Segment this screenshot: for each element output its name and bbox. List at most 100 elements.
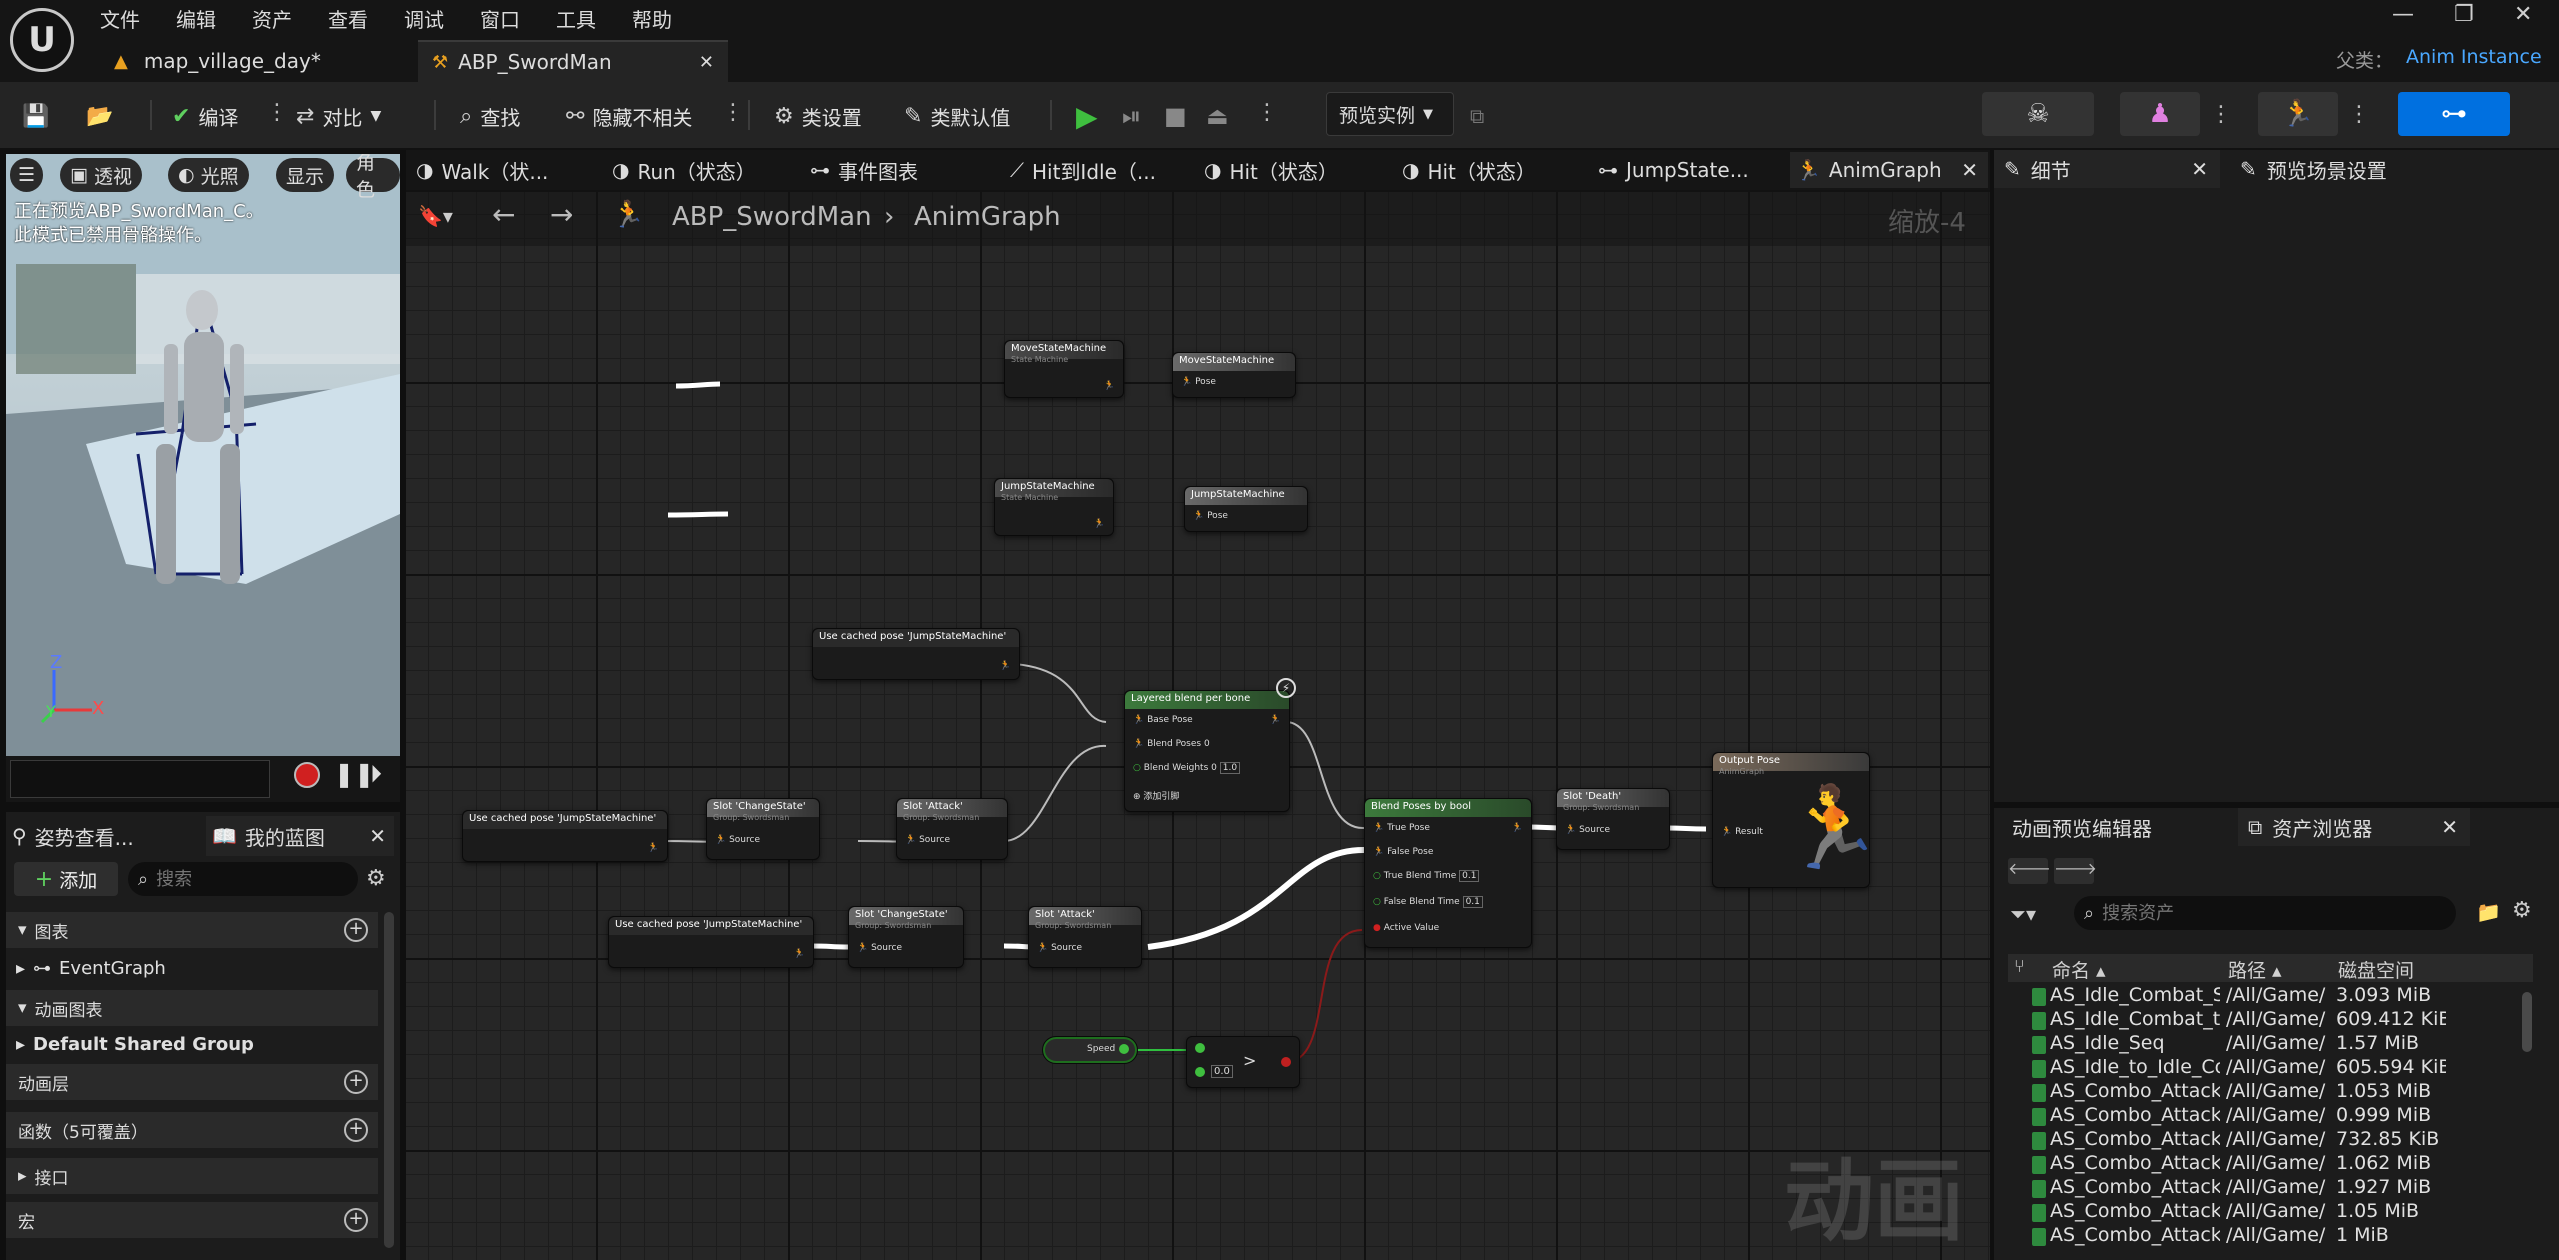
asset-row[interactable]: AS_Idle_Seq/All/Game/1.57 MiB [2008, 1032, 2533, 1056]
cached-pose-node-2[interactable]: Use cached pose 'JumpStateMachine' 🏃 [462, 810, 668, 862]
tab-asset-browser[interactable]: ⧉ 资产浏览器 ✕ [2238, 808, 2470, 846]
slot-change-state-node-1[interactable]: Slot 'ChangeState' Group: Swordsman 🏃 So… [706, 798, 820, 860]
pose-input-pin[interactable]: 🏃 Pose [1193, 511, 1228, 521]
timeline-input[interactable] [10, 760, 270, 798]
section-anim-layers[interactable]: 动画层 + [6, 1064, 378, 1100]
tab-hit-to-idle[interactable]: ⟋ Hit到Idle（... [1010, 152, 1156, 188]
close-tab-icon[interactable]: ✕ [699, 52, 714, 73]
tab-walk[interactable]: ◑ Walk（状... [416, 152, 548, 188]
play-icon[interactable]: ▶ [1076, 98, 1098, 134]
compare-value[interactable]: 0.0 [1211, 1065, 1233, 1078]
asset-search-field[interactable]: ⌕ [2074, 896, 2456, 930]
asset-row[interactable]: AS_Combo_Attack_C/All/Game/732.85 KiB [2008, 1128, 2533, 1152]
tab-preview-scene-settings[interactable]: ✎ 预览场景设置 [2230, 150, 2387, 188]
jump-state-machine-ref-node[interactable]: JumpStateMachine 🏃 Pose [1184, 486, 1308, 532]
speed-variable-node[interactable]: Speed [1042, 1036, 1138, 1064]
close-tab-icon[interactable]: ✕ [369, 824, 386, 848]
mesh-mode-button[interactable]: ♟ [2120, 92, 2200, 136]
source-pin[interactable]: 🏃 Source [715, 835, 760, 845]
perspective-button[interactable]: ▣ 透视 [60, 158, 142, 192]
search-input[interactable] [156, 868, 337, 890]
step-icon[interactable]: ⏯ [1122, 98, 1141, 134]
asset-row[interactable]: AS_Combo_Attack_C/All/Game/1 MiB [2008, 1224, 2533, 1248]
filter-icon[interactable]: ⏷▾ [2010, 902, 2036, 926]
false-blend-time-pin[interactable]: ○ False Blend Time 0.1 [1373, 896, 1483, 908]
parent-class-link[interactable]: Anim Instance [2406, 46, 2542, 68]
jump-state-machine-node[interactable]: JumpStateMachine State Machine 🏃 [994, 478, 1114, 536]
settings-gear-icon[interactable]: ⚙ [2512, 898, 2532, 923]
anim-options-icon[interactable]: ⋮ [2348, 102, 2370, 127]
active-value-pin[interactable]: ● Active Value [1373, 923, 1439, 933]
blend-poses-pin[interactable]: 🏃 Blend Poses 0 [1133, 739, 1210, 749]
save-icon[interactable]: 💾 [22, 98, 49, 134]
slot-change-state-node-2[interactable]: Slot 'ChangeState' Group: Swordsman 🏃 So… [848, 906, 964, 968]
column-path[interactable]: 路径 ▴ [2228, 956, 2282, 983]
menu-file[interactable]: 文件 [100, 4, 140, 33]
tab-pose-watch[interactable]: ⚲ 姿势查看... [12, 816, 134, 856]
forward-arrow-icon[interactable]: 🡒 [2054, 858, 2097, 884]
pose-pin-icon[interactable]: 🏃 [648, 843, 659, 853]
menu-view[interactable]: 查看 [328, 4, 368, 33]
pose-pin-icon[interactable]: 🏃 [1094, 519, 1105, 529]
character-button[interactable]: 角色 [346, 154, 400, 201]
pose-pin-icon[interactable]: 🏃 [1104, 381, 1115, 391]
menu-edit[interactable]: 编辑 [176, 4, 216, 33]
find-button[interactable]: ⌕ 查找 [460, 98, 520, 134]
output-pose-pin[interactable]: 🏃 [1270, 715, 1281, 725]
pose-input-pin[interactable]: 🏃 Pose [1181, 377, 1216, 387]
step-forward-icon[interactable]: ⏵ [370, 760, 382, 788]
show-button[interactable]: 显示 [276, 158, 335, 192]
lighting-button[interactable]: ◐ 光照 [168, 158, 249, 192]
move-state-machine-node[interactable]: MoveStateMachine State Machine 🏃 [1004, 340, 1124, 398]
hide-options-icon[interactable]: ⋮ [722, 100, 744, 125]
back-arrow-icon[interactable]: 🡐 [2008, 858, 2051, 884]
section-functions[interactable]: 函数（5可覆盖） + [6, 1112, 378, 1148]
column-name[interactable]: 命名 ▴ [2052, 956, 2106, 983]
event-graph-item[interactable]: ▸ ⊶ EventGraph [6, 950, 378, 986]
tab-hit-2[interactable]: ◑ Hit（状态） [1402, 152, 1536, 188]
add-layer-icon[interactable]: + [344, 1070, 368, 1094]
mesh-options-icon[interactable]: ⋮ [2210, 102, 2232, 127]
diff-button[interactable]: ⇄ 对比 ▼ [296, 98, 381, 134]
blend-poses-by-bool-node[interactable]: Blend Poses by bool 🏃 True Pose 🏃 🏃 Fals… [1364, 798, 1532, 948]
tab-my-blueprint[interactable]: 📖 我的蓝图 ✕ [206, 816, 394, 856]
debug-filter-icon[interactable]: ⧉ [1470, 98, 1484, 134]
blend-weights-value[interactable]: 1.0 [1219, 762, 1241, 774]
add-graph-icon[interactable]: + [344, 918, 368, 942]
true-blend-time-value[interactable]: 0.1 [1459, 870, 1480, 882]
search-field[interactable]: ⌕ [128, 862, 358, 896]
unreal-logo-icon[interactable]: U [10, 8, 74, 72]
preview-viewport[interactable]: Z X Y ☰ ▣ 透视 ◐ 光照 显示 角色 正在预览ABP_SwordMan_C… [6, 154, 400, 760]
class-defaults-button[interactable]: ✎ 类默认值 [904, 98, 1010, 134]
close-tab-icon[interactable]: ✕ [2191, 157, 2208, 181]
source-pin[interactable]: 🏃 Source [905, 835, 950, 845]
tab-anim-graph[interactable]: 🏃 AnimGraph ✕ [1790, 152, 1988, 188]
eject-icon[interactable]: ⏏ [1206, 98, 1229, 134]
add-button[interactable]: + 添加 [14, 862, 118, 896]
preview-instance-dropdown[interactable]: 预览实例 ▼ [1326, 92, 1454, 136]
browse-icon[interactable]: 📂 [86, 98, 113, 134]
section-interfaces[interactable]: ▸ 接口 [6, 1158, 378, 1194]
input-a-pin[interactable] [1195, 1043, 1205, 1053]
pose-pin-icon[interactable]: 🏃 [1000, 661, 1011, 671]
scrollbar[interactable] [384, 912, 394, 1248]
pose-pin-icon[interactable]: 🏃 [794, 949, 805, 959]
blend-weights-pin[interactable]: ○ Blend Weights 0 1.0 [1133, 762, 1241, 774]
false-pose-pin[interactable]: 🏃 False Pose [1373, 847, 1433, 857]
tab-jump-state[interactable]: ⊶ JumpState... [1598, 152, 1749, 188]
tab-event-graph[interactable]: ⊶ 事件图表 [810, 152, 918, 188]
add-macro-icon[interactable]: + [344, 1208, 368, 1232]
asset-scrollbar[interactable] [2522, 992, 2532, 1052]
record-icon[interactable] [294, 762, 320, 788]
menu-help[interactable]: 帮助 [632, 4, 672, 33]
cached-pose-node-3[interactable]: Use cached pose 'JumpStateMachine' 🏃 [608, 916, 814, 968]
layered-blend-node[interactable]: Layered blend per bone 🏃 Base Pose 🏃 🏃 B… [1124, 690, 1290, 812]
asset-row[interactable]: AS_Combo_Attack_C/All/Game/1.05 MiB [2008, 1200, 2533, 1224]
asset-row[interactable]: AS_Combo_Attack_C/All/Game/1.062 MiB [2008, 1152, 2533, 1176]
menu-window[interactable]: 窗口 [480, 4, 520, 33]
doc-tab-map[interactable]: ▲ map_village_day* [100, 40, 410, 82]
animation-mode-button[interactable]: 🏃 [2258, 92, 2338, 136]
result-pin[interactable]: 🏃 Result [1721, 827, 1763, 837]
class-settings-button[interactable]: ⚙ 类设置 [774, 98, 862, 134]
true-blend-time-pin[interactable]: ○ True Blend Time 0.1 [1373, 870, 1480, 882]
